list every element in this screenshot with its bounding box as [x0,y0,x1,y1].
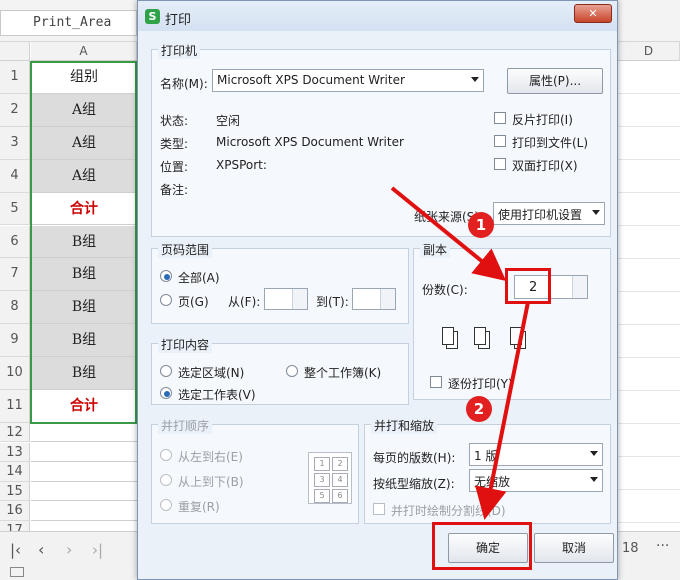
arrow-to-ok [475,301,530,520]
annotation-arrows [390,186,530,520]
step-marker-2: 2 [466,396,492,422]
step-marker-1: 1 [468,212,494,238]
